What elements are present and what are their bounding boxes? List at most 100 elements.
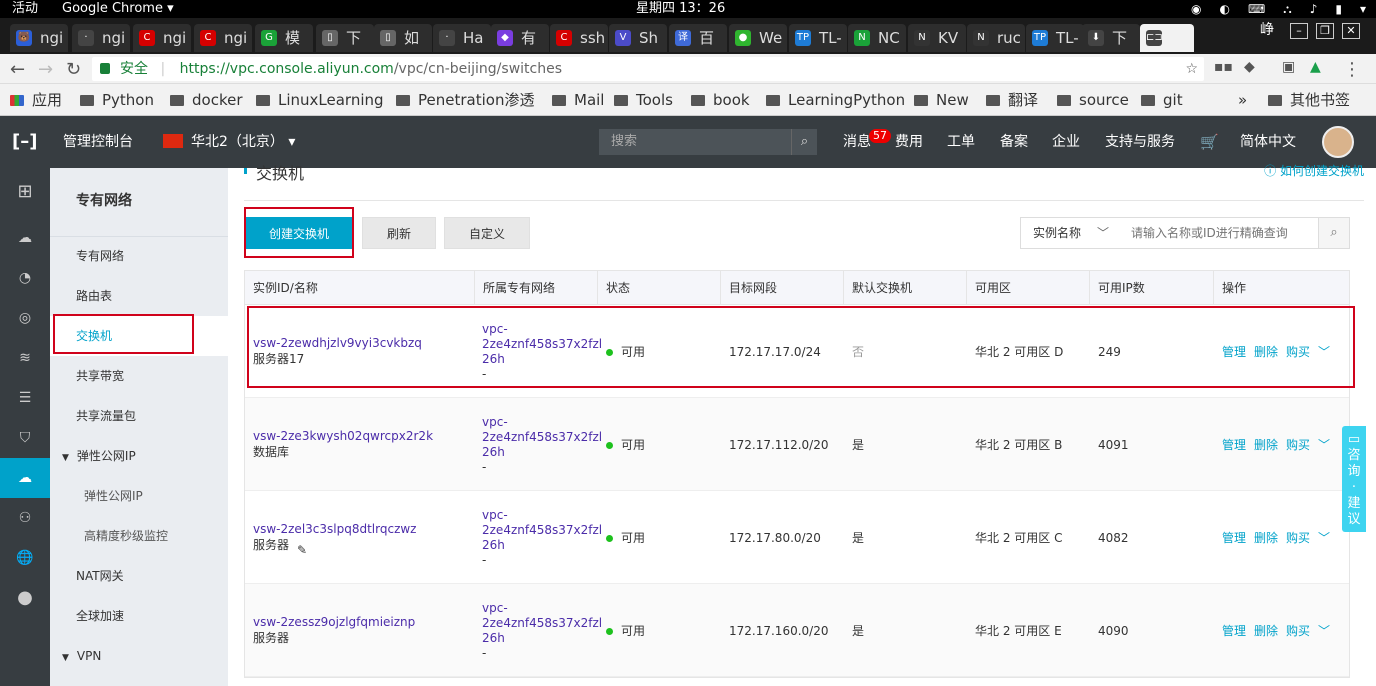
keyboard-icon[interactable]: ⌨ [1248,0,1265,18]
browser-tab[interactable]: ⬇ 下 [1082,24,1140,52]
help-link[interactable]: ⓘ 如何创建交换机 [1264,162,1364,179]
nav-enterprise[interactable]: 企业 [1052,116,1080,168]
menu-item[interactable]: 路由表 [50,276,228,316]
dropbox-icon[interactable]: ◆ [1244,59,1255,75]
browser-tab[interactable]: · Ha [433,24,491,52]
power-menu-icon[interactable]: ▾ [1360,0,1366,18]
other-bookmarks[interactable]: 其他书签 [1268,84,1350,116]
app-menu[interactable]: Google Chrome ▾ [62,0,174,18]
aliyun-logo-icon[interactable]: [–] [12,116,37,168]
bookmark-folder[interactable]: book [691,84,750,116]
bookmark-folder[interactable]: 翻译 [986,84,1038,116]
back-icon[interactable]: ← [10,59,25,80]
monitor-icon[interactable]: ◎ [0,298,50,338]
bookmark-folder[interactable]: docker [170,84,243,116]
vpc-link[interactable]: vpc- 2ze4znf458s37x2fzl 26h - [482,508,602,568]
address-bar[interactable]: 安全 | https://vpc.console.aliyun.com/vpc/… [92,57,1204,81]
menu-item[interactable]: 弹性公网IP [50,476,228,516]
drive-icon[interactable]: ▲ [1310,59,1321,75]
bookmark-folder[interactable]: LinuxLearning [256,84,384,116]
chrome-menu-icon[interactable]: ⋮ [1343,59,1361,80]
nav-tickets[interactable]: 工单 [947,116,975,168]
bookmark-folder[interactable]: Python [80,84,154,116]
extension-icon-1[interactable]: ▪▪ [1214,59,1233,75]
clock-icon[interactable]: ◔ [0,258,50,298]
browser-tab[interactable]: · ngi [72,24,130,52]
browser-tab[interactable]: ▯ 下 [316,24,374,52]
close-window-button[interactable]: ✕ [1342,23,1360,39]
browser-tab[interactable]: 🐻 ngi [10,24,68,52]
vswitch-id-link[interactable]: vsw-2zessz9ojzlgfqmieiznp [253,615,475,629]
nav-icp[interactable]: 备案 [1000,116,1028,168]
clock[interactable]: 星期四 13：26 [636,0,725,18]
browser-tab[interactable]: V Sh [609,24,667,52]
cart-icon[interactable]: 🛒 [1200,116,1219,168]
customize-button[interactable]: 自定义 [444,217,530,249]
browser-tab[interactable]: Cssh [550,24,608,52]
reload-icon[interactable]: ↻ [66,59,81,80]
nav-support[interactable]: 支持与服务 [1105,116,1175,168]
consult-feedback-tab[interactable]: ▭ 咨询·建议 [1342,426,1366,532]
forward-icon[interactable]: → [38,59,53,80]
menu-item[interactable]: NAT网关 [50,556,228,596]
database-icon[interactable]: ☰ [0,378,50,418]
shield-icon[interactable]: ⛉ [0,418,50,458]
browser-tab[interactable]: TP TL- [789,24,847,52]
extension-icon-2[interactable]: ▣ [1282,59,1295,75]
menu-item[interactable]: 交换机 [50,316,228,356]
browser-tab[interactable]: TP TL- [1026,24,1084,52]
products-grid-icon[interactable]: ⊞ [0,172,50,212]
vpc-link[interactable]: vpc- 2ze4znf458s37x2fzl 26h - [482,415,602,475]
search-icon[interactable]: ⌕ [1318,217,1350,249]
network-icon[interactable]: ⛬ [1283,0,1291,18]
vswitch-id-link[interactable]: vsw-2ze3kwysh02qwrcpx2r2k [253,429,475,443]
vpc-link[interactable]: vpc- 2ze4znf458s37x2fzl 26h - [482,322,602,382]
layers-icon[interactable]: ≋ [0,338,50,378]
menu-item[interactable]: 共享带宽 [50,356,228,396]
menu-item[interactable]: 全球加速 [50,596,228,636]
buy-dropdown[interactable]: 购买 ﹀ [1286,624,1338,638]
ecs-icon[interactable]: ☁ [0,218,50,258]
manage-link[interactable]: 管理 [1222,438,1246,452]
browser-tab[interactable]: ● We [729,24,787,52]
bookmark-folder[interactable]: source [1057,84,1129,116]
menu-item[interactable]: ▼ VPN [50,636,228,676]
menu-item[interactable]: 高精度秒级监控 [50,516,228,556]
app-tray-icon[interactable]: ◐ [1219,0,1229,18]
vswitch-id-link[interactable]: vsw-2zel3c3slpq8dtlrqczwz [253,522,475,536]
user-avatar[interactable] [1322,126,1354,158]
browser-tab[interactable]: Cngi [194,24,252,52]
delete-link[interactable]: 删除 [1254,531,1278,545]
menu-item[interactable]: ▼ 弹性公网IP [50,436,228,476]
manage-link[interactable]: 管理 [1222,531,1246,545]
restore-button[interactable]: ❐ [1316,23,1334,39]
browser-tab[interactable]: Nruc [967,24,1025,52]
language-selector[interactable]: 简体中文 [1240,116,1296,168]
buy-dropdown[interactable]: 购买 ﹀ [1286,438,1338,452]
refresh-button[interactable]: 刷新 [362,217,436,249]
bookmark-star-icon[interactable]: ☆ [1185,57,1198,81]
buy-dropdown[interactable]: 购买 ﹀ [1286,531,1338,545]
manage-link[interactable]: 管理 [1222,624,1246,638]
browser-tab[interactable]: N KV [908,24,966,52]
search-icon[interactable]: ⌕ [791,129,817,155]
bookmark-folder[interactable]: Penetration渗透 [396,84,534,116]
browser-tab[interactable]: G模 [255,24,313,52]
manage-link[interactable]: 管理 [1222,345,1246,359]
browser-tab[interactable]: ◆ 有 [491,24,549,52]
bookmark-folder[interactable]: Tools [614,84,673,116]
minimize-button[interactable]: – [1290,23,1308,39]
menu-item[interactable]: 共享流量包 [50,396,228,436]
vpc-cloud-icon[interactable]: ☁ [0,458,50,498]
browser-tab[interactable]: ▯ 如 [374,24,432,52]
bookmark-folder[interactable]: Mail [552,84,604,116]
console-search[interactable]: 搜索 ⌕ [599,129,817,155]
browser-tab[interactable]: ⊏⊐ [1140,24,1194,52]
messages-link[interactable]: 消息 [843,116,871,168]
network-nodes-icon[interactable]: ⚇ [0,498,50,538]
bookmark-folder[interactable]: LearningPython [766,84,905,116]
bookmark-folder[interactable]: git [1141,84,1183,116]
instance-search-input[interactable] [1119,217,1319,249]
console-home-link[interactable]: 管理控制台 [63,116,133,168]
profile-name[interactable]: 峥 [1256,23,1278,39]
